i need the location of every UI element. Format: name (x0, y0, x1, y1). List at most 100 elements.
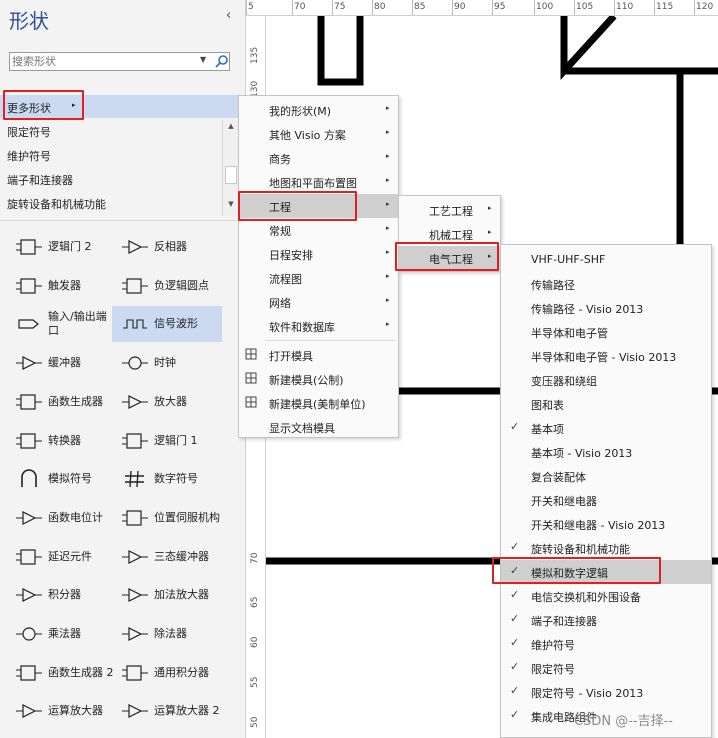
chevron-right-icon: ▸ (386, 152, 390, 160)
shape-item[interactable]: 函数生成器 2 (6, 655, 116, 691)
shape-item[interactable]: 反相器 (112, 229, 222, 265)
stencil-item[interactable]: 维护符号 (0, 144, 222, 168)
search-input[interactable] (12, 54, 192, 69)
menu-item-label: 图和表 (531, 399, 564, 412)
more-shapes-menu-item[interactable]: 流程图 ▸ (239, 266, 398, 290)
search-icon[interactable] (214, 54, 229, 69)
more-shapes-menu-item[interactable]: 软件和数据库 ▸ (239, 314, 398, 338)
more-shapes-menu: 我的形状(M) ▸ 其他 Visio 方案 ▸ 商务 ▸ 地图和平面布置图 ▸ 工程 ▸ 常规 ▸ 日程… (238, 95, 399, 438)
shape-item[interactable]: 除法器 (112, 616, 222, 652)
shape-item[interactable]: 转换器 (6, 423, 116, 459)
stencil-item[interactable]: 端子和连接器 (0, 168, 222, 192)
stencil-scrollbar[interactable]: ▲ ▼ (222, 120, 238, 216)
ruler-tick-label: 80 (374, 2, 386, 12)
shape-item[interactable]: 运算放大器 2 (112, 693, 222, 729)
scroll-thumb[interactable] (225, 166, 237, 184)
chevron-right-icon: ▸ (386, 224, 390, 232)
shape-label: 负逻辑圆点 (154, 278, 209, 292)
shape-item[interactable]: 三态缓冲器 (112, 539, 222, 575)
chevron-down-icon[interactable]: ▼ (200, 55, 206, 64)
shape-item[interactable]: 逻辑门 2 (6, 229, 116, 265)
shape-label: 信号波形 (154, 317, 198, 331)
electrical-submenu-item[interactable]: ✓ 维护符号 (501, 632, 711, 656)
electrical-submenu-item[interactable]: ✓ 端子和连接器 (501, 608, 711, 632)
pane-title: 形状 (9, 9, 49, 33)
more-shapes-menu-item[interactable]: 新建模具(美制单位) (239, 391, 398, 415)
stencil-item[interactable]: 旋转设备和机械功能 (0, 192, 222, 216)
shape-item[interactable]: 信号波形 (112, 306, 222, 343)
shape-item[interactable]: 触发器 (6, 268, 116, 304)
electrical-submenu-item[interactable]: ✓ 电信交换机和外围设备 (501, 584, 711, 608)
open-stencil-icon (245, 348, 257, 360)
shape-item[interactable]: 输入/输出端口 (6, 306, 116, 342)
ruler-tick (694, 0, 695, 15)
more-shapes-menu-item[interactable]: 商务 ▸ (239, 146, 398, 170)
shape-item[interactable]: 加法放大器 (112, 577, 222, 613)
buffer-icon (16, 356, 42, 371)
shape-item[interactable]: 负逻辑圆点 (112, 268, 222, 304)
ruler-tick (246, 0, 247, 15)
electrical-submenu-item[interactable]: ✓ 基本项 (501, 416, 711, 440)
more-shapes-menu-item[interactable]: 我的形状(M) ▸ (239, 98, 398, 122)
electrical-submenu-item[interactable]: 开关和继电器 - Visio 2013 (501, 512, 711, 536)
electrical-submenu-item[interactable]: 图和表 (501, 392, 711, 416)
highlight-box (238, 191, 357, 221)
shape-item[interactable]: 时钟 (112, 345, 222, 381)
more-shapes-menu-item[interactable]: 常规 ▸ (239, 218, 398, 242)
electrical-submenu-item[interactable]: 基本项 - Visio 2013 (501, 440, 711, 464)
more-shapes-menu-item[interactable]: 其他 Visio 方案 ▸ (239, 122, 398, 146)
electrical-submenu-item[interactable]: ✓ 限定符号 (501, 656, 711, 680)
shape-item[interactable]: 积分器 (6, 577, 116, 613)
amplifier-icon (122, 394, 148, 409)
check-icon: ✓ (510, 588, 520, 601)
pane-divider (0, 220, 246, 221)
electrical-submenu-item[interactable]: 变压器和绕组 (501, 368, 711, 392)
logic-gate-icon (16, 239, 42, 255)
menu-item-label: 商务 (269, 153, 291, 166)
electrical-submenu-item[interactable]: 开关和继电器 (501, 488, 711, 512)
more-shapes-menu-item[interactable]: 网络 ▸ (239, 290, 398, 314)
shape-item[interactable]: 乘法器 (6, 616, 116, 652)
menu-item-label: 限定符号 (531, 663, 575, 676)
shape-item[interactable]: 函数电位计 (6, 500, 116, 536)
menu-item-label: 基本项 - Visio 2013 (531, 447, 633, 460)
scroll-down-icon[interactable]: ▼ (224, 200, 238, 213)
more-shapes-menu-item[interactable]: 打开模具 (239, 343, 398, 367)
engineering-submenu-item[interactable]: 工艺工程 ▸ (399, 198, 500, 222)
shape-label: 模拟符号 (48, 472, 92, 486)
shape-item[interactable]: 数字符号 (112, 461, 222, 497)
more-shapes-menu-item[interactable]: 日程安排 ▸ (239, 242, 398, 266)
shape-item[interactable]: 运算放大器 (6, 693, 116, 729)
shape-item[interactable]: 模拟符号 (6, 461, 116, 497)
shape-item[interactable]: 缓冲器 (6, 345, 116, 381)
scroll-up-icon[interactable]: ▲ (224, 122, 238, 135)
stencil-item[interactable]: 限定符号 (0, 120, 222, 144)
more-shapes-menu-item[interactable]: 显示文档模具 (239, 415, 398, 439)
flip-flop-icon (16, 278, 42, 294)
electrical-submenu-item[interactable]: 半导体和电子管 (501, 320, 711, 344)
electrical-submenu-item[interactable]: ✓ 限定符号 - Visio 2013 (501, 680, 711, 704)
menu-item-label: 开关和继电器 - Visio 2013 (531, 519, 666, 532)
shape-item[interactable]: 函数生成器 (6, 384, 116, 420)
shape-label: 乘法器 (48, 627, 81, 640)
shape-item[interactable]: 延迟元件 (6, 539, 116, 575)
shape-item[interactable]: 逻辑门 1 (112, 423, 222, 459)
servo-icon (122, 510, 148, 526)
electrical-submenu-item[interactable]: 半导体和电子管 - Visio 2013 (501, 344, 711, 368)
electrical-submenu-item[interactable]: VHF-UHF-SHF (501, 248, 711, 272)
collapse-pane-button[interactable]: ‹ (226, 8, 231, 23)
ruler-tick-label: 105 (576, 2, 594, 12)
chevron-right-icon: ▸ (488, 228, 492, 236)
function-generator-icon (16, 394, 42, 410)
electrical-submenu-item[interactable]: 复合装配体 (501, 464, 711, 488)
menu-item-label: 新建模具(美制单位) (269, 398, 366, 411)
shape-label: 放大器 (154, 394, 187, 408)
electrical-submenu-item[interactable]: 传输路径 (501, 272, 711, 296)
shape-item[interactable]: 位置伺服机构 (112, 500, 222, 536)
shape-item[interactable]: 放大器 (112, 384, 222, 420)
more-shapes-menu-item[interactable]: 新建模具(公制) (239, 367, 398, 391)
shape-label: 积分器 (48, 588, 81, 602)
shape-item[interactable]: 通用积分器 (112, 655, 222, 691)
menu-item-label: 常规 (269, 225, 291, 238)
electrical-submenu-item[interactable]: 传输路径 - Visio 2013 (501, 296, 711, 320)
